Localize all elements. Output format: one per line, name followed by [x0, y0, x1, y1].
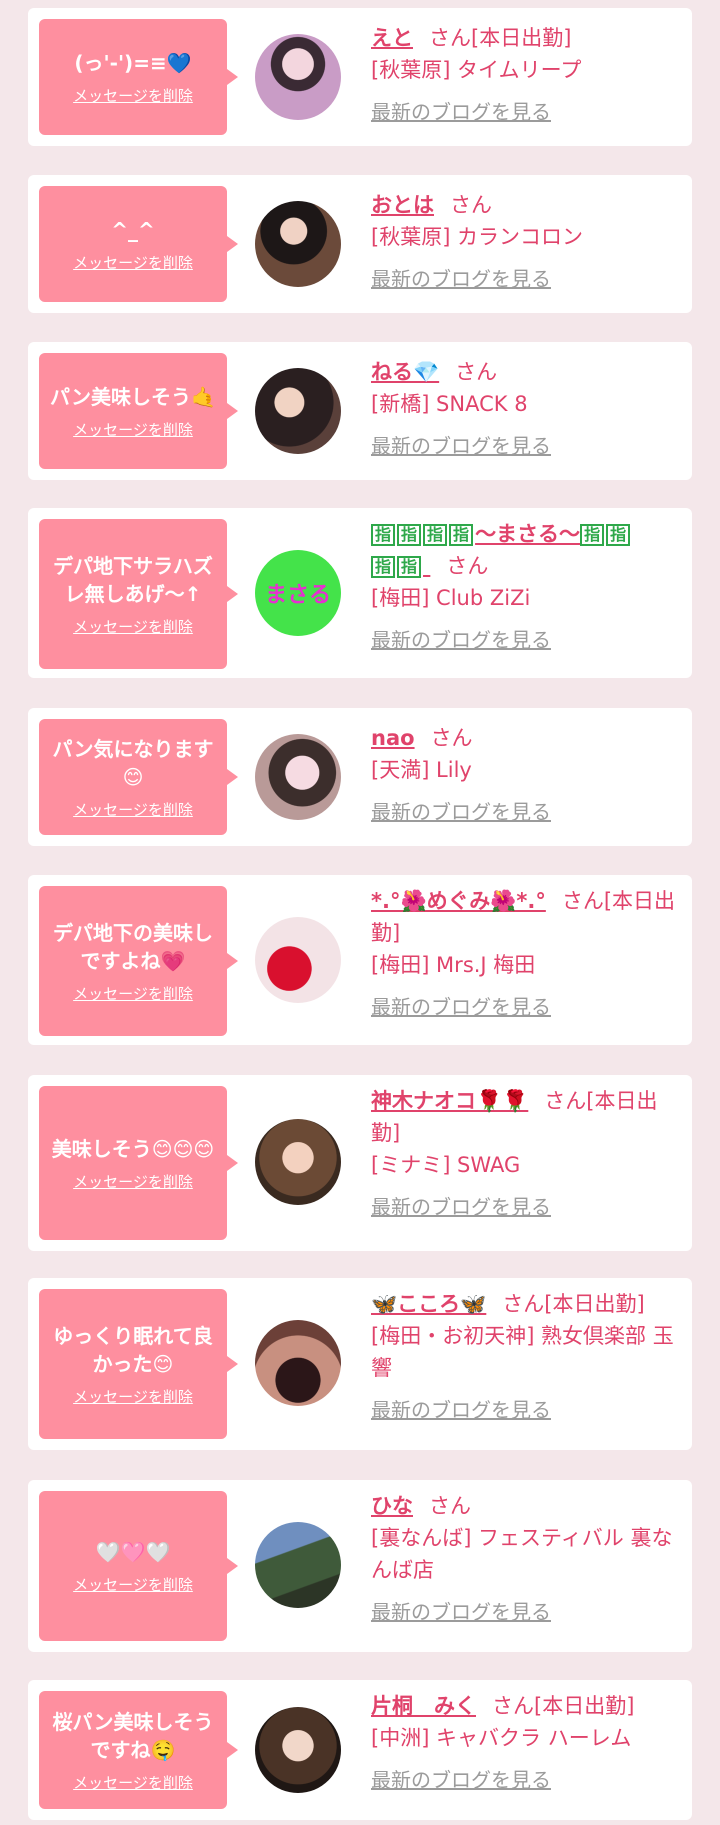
delete-message-link[interactable]: メッセージを削除	[73, 799, 193, 820]
name-suffix: さん	[450, 193, 492, 217]
shop-name: [ミナミ] SWAG	[371, 1153, 521, 1177]
avatar-logo-text: まさる	[264, 583, 331, 608]
user-name-text: 〜まさる〜	[475, 522, 581, 546]
message-bubble: デパ地下サラハズレ無しあげ〜↑ メッセージを削除	[39, 519, 238, 669]
latest-blog-link[interactable]: 最新のブログを見る	[371, 1764, 551, 1796]
name-tag: 指	[606, 524, 631, 546]
list-item: (っ'-')=≡💙 メッセージを削除 えと さん[本日出勤] [秋葉原] タイムリ…	[28, 8, 692, 146]
name-tag: 指	[371, 556, 396, 578]
message-text: 美味しそう😊😊😊	[51, 1136, 215, 1161]
message-text: パン気になります😊	[52, 736, 214, 789]
message-text: ゆっくり眠れて良かった😊	[53, 1323, 213, 1376]
list-item: ゆっくり眠れて良かった😊 メッセージを削除 🦋こころ🦋 さん[本日出勤] [梅田・…	[28, 1278, 692, 1450]
name-suffix: さん[本日出勤]	[429, 26, 572, 50]
user-name-link[interactable]: おとは	[371, 193, 434, 217]
delete-message-link[interactable]: メッセージを削除	[73, 85, 193, 106]
message-bubble: 桜パン美味しそうですね🤤 メッセージを削除	[39, 1691, 238, 1809]
shop-name: [裏なんば] フェスティバル 裏なんば店	[371, 1526, 673, 1582]
delete-message-link[interactable]: メッセージを削除	[73, 616, 193, 637]
user-name-link[interactable]: ねる💎	[371, 360, 439, 384]
latest-blog-link[interactable]: 最新のブログを見る	[371, 96, 551, 128]
message-bubble: (っ'-')=≡💙 メッセージを削除	[39, 19, 238, 135]
latest-blog-link[interactable]: 最新のブログを見る	[371, 624, 551, 656]
user-name-link[interactable]: *.°🌺めぐみ🌺*.°	[371, 889, 546, 913]
message-text: デパ地下サラハズレ無しあげ〜↑	[53, 553, 213, 606]
shop-name: [新橋] SNACK 8	[371, 392, 528, 416]
user-name-link[interactable]: 神木ナオコ🌹🌹	[371, 1089, 528, 1113]
shop-name: [秋葉原] カランコロン	[371, 225, 584, 249]
delete-message-link[interactable]: メッセージを削除	[73, 1772, 193, 1793]
name-suffix: さん	[455, 360, 498, 384]
message-text: (っ'-')=≡💙	[74, 50, 192, 75]
shop-name: [梅田・お初天神] 熟女倶楽部 玉響	[371, 1324, 674, 1380]
list-item: ^_^ メッセージを削除 おとは さん [秋葉原] カランコロン 最新のブログを見…	[28, 175, 692, 313]
delete-message-link[interactable]: メッセージを削除	[73, 1574, 193, 1595]
avatar[interactable]	[255, 201, 341, 287]
avatar[interactable]	[255, 1320, 341, 1406]
list-item: パン美味しそう🤙 メッセージを削除 ねる💎 さん [新橋] SNACK 8 最新の…	[28, 342, 692, 480]
message-text: 🤍🩷🤍	[95, 1539, 171, 1564]
message-bubble: ^_^ メッセージを削除	[39, 186, 238, 302]
list-item: 🤍🩷🤍 メッセージを削除 ひな さん [裏なんば] フェスティバル 裏なんば店 最…	[28, 1480, 692, 1652]
delete-message-link[interactable]: メッセージを削除	[73, 252, 193, 273]
message-text: 桜パン美味しそうですね🤤	[52, 1709, 214, 1762]
list-item: パン気になります😊 メッセージを削除 nao さん [天満] Lily 最新のブロ…	[28, 708, 692, 846]
latest-blog-link[interactable]: 最新のブログを見る	[371, 1394, 551, 1426]
name-tag: 指	[397, 524, 422, 546]
latest-blog-link[interactable]: 最新のブログを見る	[371, 1191, 551, 1223]
list-item: デパ地下サラハズレ無しあげ〜↑ メッセージを削除 まさる 指指指指〜まさる〜指指…	[28, 508, 692, 678]
delete-message-link[interactable]: メッセージを削除	[73, 1171, 193, 1192]
message-text: パン美味しそう🤙	[50, 384, 216, 409]
name-tag: 指	[580, 524, 605, 546]
latest-blog-link[interactable]: 最新のブログを見る	[371, 796, 551, 828]
message-text: デパ地下の美味しですよね💗	[53, 920, 213, 973]
name-tag: 指	[449, 524, 474, 546]
shop-name: [中洲] キャバクラ ハーレム	[371, 1726, 632, 1750]
avatar[interactable]	[255, 1119, 341, 1205]
avatar[interactable]	[255, 1522, 341, 1608]
name-tag: 指	[423, 524, 448, 546]
name-suffix: さん	[429, 1494, 471, 1518]
avatar[interactable]	[255, 1707, 341, 1793]
message-bubble: 🤍🩷🤍 メッセージを削除	[39, 1491, 238, 1641]
name-suffix: さん[本日出勤]	[502, 1292, 645, 1316]
delete-message-link[interactable]: メッセージを削除	[73, 419, 193, 440]
shop-name: [秋葉原] タイムリープ	[371, 58, 582, 82]
avatar[interactable]: まさる	[255, 550, 341, 636]
message-bubble: ゆっくり眠れて良かった😊 メッセージを削除	[39, 1289, 238, 1439]
delete-message-link[interactable]: メッセージを削除	[73, 1386, 193, 1407]
message-list: (っ'-')=≡💙 メッセージを削除 えと さん[本日出勤] [秋葉原] タイムリ…	[0, 0, 720, 1825]
latest-blog-link[interactable]: 最新のブログを見る	[371, 991, 551, 1023]
avatar[interactable]	[255, 734, 341, 820]
user-name-link[interactable]: ひな	[371, 1494, 413, 1518]
user-name-link[interactable]: 片桐 みく	[371, 1694, 476, 1718]
user-name-link[interactable]: えと	[371, 26, 413, 50]
message-bubble: パン美味しそう🤙 メッセージを削除	[39, 353, 238, 469]
shop-name: [梅田] Mrs.J 梅田	[371, 953, 536, 977]
name-tag: 指	[371, 524, 396, 546]
avatar[interactable]	[255, 917, 341, 1003]
name-tag: 指	[397, 556, 422, 578]
shop-name: [梅田] Club ZiZi	[371, 586, 531, 610]
list-item: デパ地下の美味しですよね💗 メッセージを削除 *.°🌺めぐみ🌺*.° さん[本日出…	[28, 875, 692, 1045]
user-name-link[interactable]: 指指指指〜まさる〜指指指指	[371, 522, 632, 578]
shop-name: [天満] Lily	[371, 758, 472, 782]
latest-blog-link[interactable]: 最新のブログを見る	[371, 1596, 551, 1628]
message-bubble: 美味しそう😊😊😊 メッセージを削除	[39, 1086, 238, 1240]
message-text: ^_^	[111, 217, 155, 242]
latest-blog-link[interactable]: 最新のブログを見る	[371, 263, 551, 295]
message-bubble: デパ地下の美味しですよね💗 メッセージを削除	[39, 886, 238, 1036]
name-suffix: さん[本日出勤]	[492, 1694, 635, 1718]
list-item: 美味しそう😊😊😊 メッセージを削除 神木ナオコ🌹🌹 さん[本日出勤] [ミナミ] …	[28, 1075, 692, 1251]
user-name-link[interactable]: nao	[371, 726, 415, 750]
avatar[interactable]	[255, 368, 341, 454]
name-suffix: さん	[430, 726, 473, 750]
list-item: 桜パン美味しそうですね🤤 メッセージを削除 片桐 みく さん[本日出勤] [中洲]…	[28, 1680, 692, 1820]
message-bubble: パン気になります😊 メッセージを削除	[39, 719, 238, 835]
delete-message-link[interactable]: メッセージを削除	[73, 983, 193, 1004]
user-name-link[interactable]: 🦋こころ🦋	[371, 1292, 486, 1316]
name-suffix: さん	[446, 554, 489, 578]
latest-blog-link[interactable]: 最新のブログを見る	[371, 430, 551, 462]
avatar[interactable]	[255, 34, 341, 120]
